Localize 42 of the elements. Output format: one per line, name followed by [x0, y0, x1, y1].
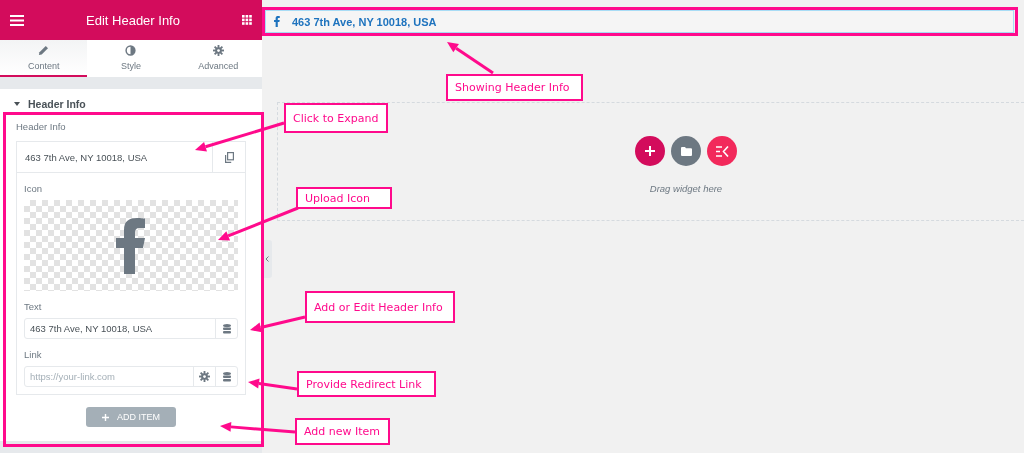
field-label: Text [24, 301, 43, 312]
database-icon [222, 371, 231, 382]
callout-arrow [248, 378, 298, 391]
callout-arrow [250, 315, 306, 333]
link-field[interactable]: https://your-link.com [24, 366, 238, 387]
callout-label: Click to Expand [284, 103, 388, 133]
contrast-icon [125, 44, 137, 56]
gear-icon [199, 371, 210, 382]
callout-arrow [447, 42, 494, 75]
text-field[interactable]: 463 7th Ave, NY 10018, USA [24, 318, 238, 339]
callout-label: Provide Redirect Link [297, 371, 436, 397]
pencil-icon [38, 44, 50, 56]
add-section-button[interactable] [635, 136, 665, 166]
chevron-left-icon [265, 256, 269, 262]
text-input[interactable]: 463 7th Ave, NY 10018, USA [25, 319, 215, 338]
gear-icon [212, 44, 224, 56]
template-button[interactable] [671, 136, 701, 166]
copy-icon[interactable] [224, 151, 234, 163]
field-label: Icon [24, 183, 43, 194]
callout-label: Add or Edit Header Info [305, 291, 455, 323]
menu-icon[interactable] [10, 14, 24, 26]
drop-hint: Drag widget here [649, 183, 723, 194]
plus-icon [645, 146, 655, 156]
facebook-f-icon [116, 217, 146, 274]
bars-chevron-icon [715, 145, 729, 157]
header-info-text: 463 7th Ave, NY 10018, USA [292, 15, 437, 28]
callout-label: Showing Header Info [446, 74, 583, 101]
callout-label: Upload Icon [296, 187, 392, 209]
field-label: Header Info [16, 121, 67, 132]
item-title[interactable]: 463 7th Ave, NY 10018, USA [17, 142, 212, 172]
folder-icon [680, 146, 692, 156]
link-input[interactable]: https://your-link.com [25, 367, 193, 386]
field-label: Link [24, 349, 43, 360]
kit-button[interactable] [707, 136, 737, 166]
apps-grid-icon[interactable] [242, 15, 252, 25]
database-icon [222, 323, 231, 334]
facebook-f-icon [274, 16, 280, 27]
callout-label: Add new Item [295, 418, 390, 445]
tab[interactable]: Content [0, 40, 88, 77]
plus-icon [102, 413, 109, 421]
collapse-handle[interactable] [262, 240, 272, 278]
panel-title: Edit Header Info [86, 12, 180, 28]
